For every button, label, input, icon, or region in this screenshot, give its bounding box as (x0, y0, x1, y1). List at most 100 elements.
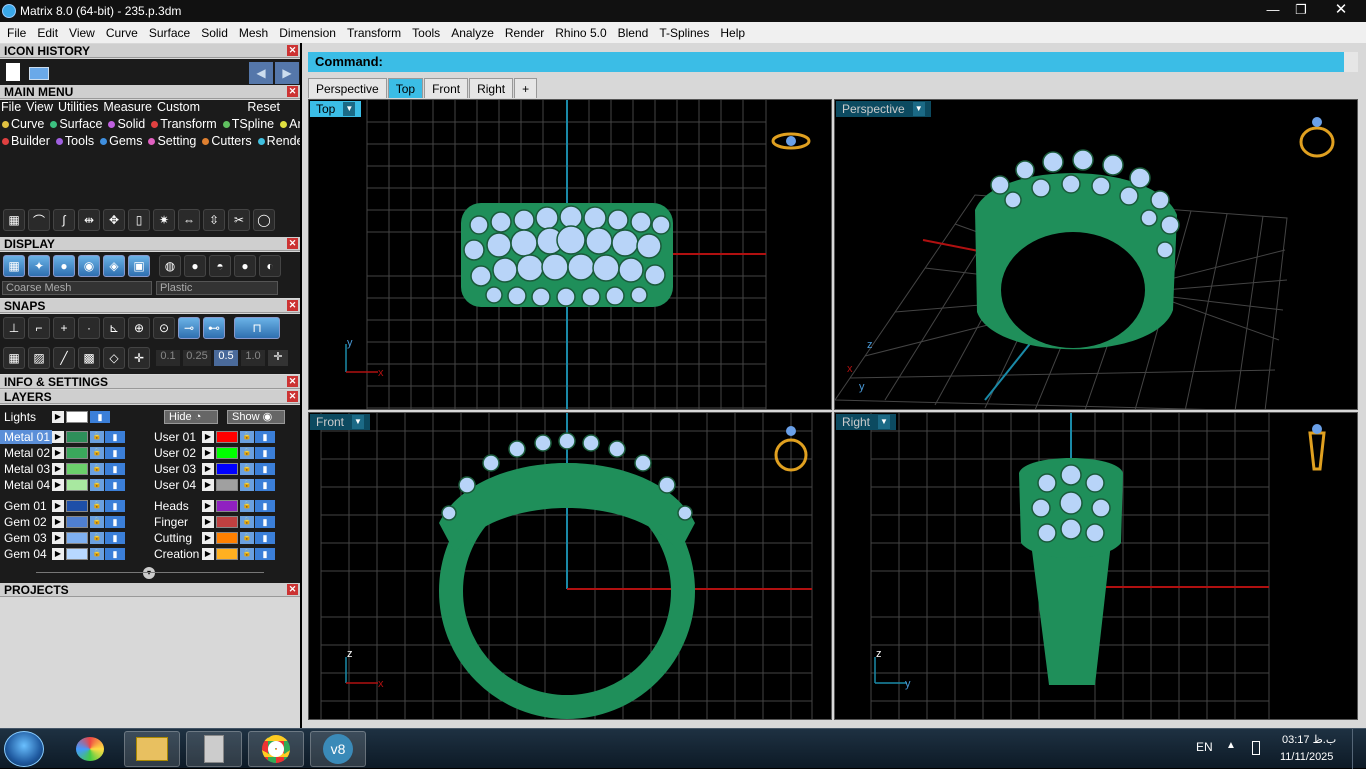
lock-icon[interactable]: 🔒 (240, 430, 254, 443)
viewport-top-label[interactable]: Top ▼ (310, 101, 362, 117)
forward-arrow-icon[interactable]: ▶ (275, 62, 299, 84)
category-curve[interactable]: Curve (0, 117, 46, 131)
chevron-down-icon[interactable]: ▼ (352, 415, 365, 429)
new-file-icon[interactable] (6, 63, 20, 81)
lock-icon[interactable]: 🔒 (240, 547, 254, 560)
arrow-right-icon[interactable]: ▶ (202, 547, 214, 560)
tab-right[interactable]: Right (469, 78, 514, 98)
layer-name[interactable]: Metal 02 (0, 446, 52, 460)
close-icon[interactable]: ✕ (287, 391, 298, 402)
arrow-right-icon[interactable]: ▶ (52, 531, 64, 544)
layer-color-swatch[interactable] (216, 515, 238, 528)
grid-value-05[interactable]: 0.5 (214, 350, 238, 366)
hatch-icon[interactable]: ▩ (78, 347, 100, 369)
int-snap-icon[interactable]: ⊷ (203, 317, 225, 339)
tab-front[interactable]: Front (424, 78, 469, 98)
mm-utilities[interactable]: Utilities (57, 100, 102, 116)
matrix-taskbar-icon[interactable]: v8 (310, 731, 366, 767)
arrow-right-icon[interactable]: ▶ (52, 478, 64, 491)
hide-button[interactable]: Hide ◔ (164, 410, 218, 424)
tab-perspective[interactable]: Perspective (308, 78, 387, 98)
viewport-front[interactable]: z x Front ▼ (308, 412, 832, 720)
menu-curve[interactable]: Curve (101, 26, 144, 40)
menu-surface[interactable]: Surface (144, 26, 196, 40)
circle-icon[interactable]: ◯ (253, 209, 275, 231)
mm-measure[interactable]: Measure (102, 100, 156, 116)
gumball-icon[interactable]: ✛ (128, 347, 150, 369)
sphere-chrome-icon[interactable]: ◐ (259, 255, 281, 277)
close-icon[interactable]: ✕ (287, 376, 298, 387)
command-scroll[interactable] (1344, 52, 1358, 72)
arrow-right-icon[interactable]: ▶ (202, 462, 214, 475)
category-transform[interactable]: Transform (149, 117, 219, 131)
menu-edit[interactable]: Edit (32, 26, 64, 40)
close-button[interactable]: ✕ (1326, 0, 1356, 20)
ghost-icon[interactable]: ✦ (28, 255, 50, 277)
chevron-down-icon[interactable]: ▼ (912, 102, 925, 116)
category-solid[interactable]: Solid (106, 117, 147, 131)
language-indicator[interactable]: EN (1196, 740, 1213, 754)
menu-solid[interactable]: Solid (196, 26, 234, 40)
mm-file[interactable]: File (0, 100, 25, 116)
mm-view[interactable]: View (25, 100, 57, 116)
visibility-icon[interactable]: ▮ (105, 547, 125, 560)
near-snap-icon[interactable]: ⌐ (28, 317, 50, 339)
line-icon[interactable]: ╱ (53, 347, 75, 369)
layer-row[interactable]: Metal 01 ▶ 🔒 ▮ (0, 429, 126, 444)
layer-color-swatch[interactable] (66, 446, 88, 459)
layer-color-swatch[interactable] (66, 410, 88, 423)
calculator-icon[interactable] (186, 731, 242, 767)
move-icon[interactable]: ✥ (103, 209, 125, 231)
layer-color-swatch[interactable] (66, 462, 88, 475)
open-folder-icon[interactable] (29, 67, 49, 80)
lock-icon[interactable]: 🔒 (90, 499, 104, 512)
menu-analyze[interactable]: Analyze (446, 26, 500, 40)
arrow-right-icon[interactable]: ▶ (202, 515, 214, 528)
category-builder[interactable]: Builder (0, 134, 52, 148)
show-desktop-button[interactable] (1352, 729, 1366, 769)
layer-color-swatch[interactable] (66, 430, 88, 443)
close-icon[interactable]: ✕ (287, 45, 298, 56)
tab-top[interactable]: Top (387, 78, 424, 98)
cubes-icon[interactable]: ▦ (3, 209, 25, 231)
viewport-front-label[interactable]: Front ▼ (310, 414, 371, 430)
tan-snap-icon[interactable]: ⊸ (178, 317, 200, 339)
lights-row[interactable]: Lights ▶ ▮ (0, 409, 111, 424)
lock-icon[interactable]: 🔒 (90, 462, 104, 475)
page-icon[interactable]: ▯ (128, 209, 150, 231)
layer-name[interactable]: User 03 (150, 462, 202, 476)
mm-custom[interactable]: Custom (156, 100, 204, 116)
lock-icon[interactable]: 🔒 (240, 499, 254, 512)
lock-icon[interactable]: 🔒 (240, 462, 254, 475)
split-icon[interactable]: ⇳ (203, 209, 225, 231)
visibility-icon[interactable]: ▮ (255, 430, 275, 443)
explode-icon[interactable]: ✷ (153, 209, 175, 231)
layer-name[interactable]: Metal 01 (0, 429, 52, 444)
minimize-button[interactable]: — (1258, 0, 1288, 20)
arrow-right-icon[interactable]: ▶ (202, 446, 214, 459)
arc-icon[interactable]: ⌒ (28, 209, 50, 231)
category-gems[interactable]: Gems (98, 134, 144, 148)
layer-row[interactable]: Gem 04 ▶ 🔒 ▮ (0, 546, 126, 561)
lock-icon[interactable]: 🔒 (240, 515, 254, 528)
xray-icon[interactable]: ◈ (103, 255, 125, 277)
chevron-down-icon[interactable]: ▼ (343, 102, 356, 116)
sphere-wire-icon[interactable]: ◍ (159, 255, 181, 277)
category-cutters[interactable]: Cutters (200, 134, 253, 148)
layer-name[interactable]: Cutting (150, 531, 202, 545)
layer-row[interactable]: Cutting ▶ 🔒 ▮ (150, 530, 276, 545)
visibility-icon[interactable]: ▮ (105, 478, 125, 491)
arrow-right-icon[interactable]: ▶ (202, 478, 214, 491)
chevron-down-icon[interactable]: ▼ (878, 415, 891, 429)
rendered-icon[interactable]: ◉ (78, 255, 100, 277)
lock-icon[interactable]: 🔒 (90, 547, 104, 560)
visibility-icon[interactable]: ▮ (105, 446, 125, 459)
mirror-icon[interactable]: ⇹ (78, 209, 100, 231)
layer-color-swatch[interactable] (216, 531, 238, 544)
layer-color-swatch[interactable] (66, 531, 88, 544)
menu-view[interactable]: View (64, 26, 101, 40)
layer-name[interactable]: Heads (150, 499, 202, 513)
visibility-icon[interactable]: ▮ (90, 410, 110, 423)
layers-header[interactable]: LAYERS ✕ (0, 390, 300, 404)
close-icon[interactable]: ✕ (287, 86, 298, 97)
